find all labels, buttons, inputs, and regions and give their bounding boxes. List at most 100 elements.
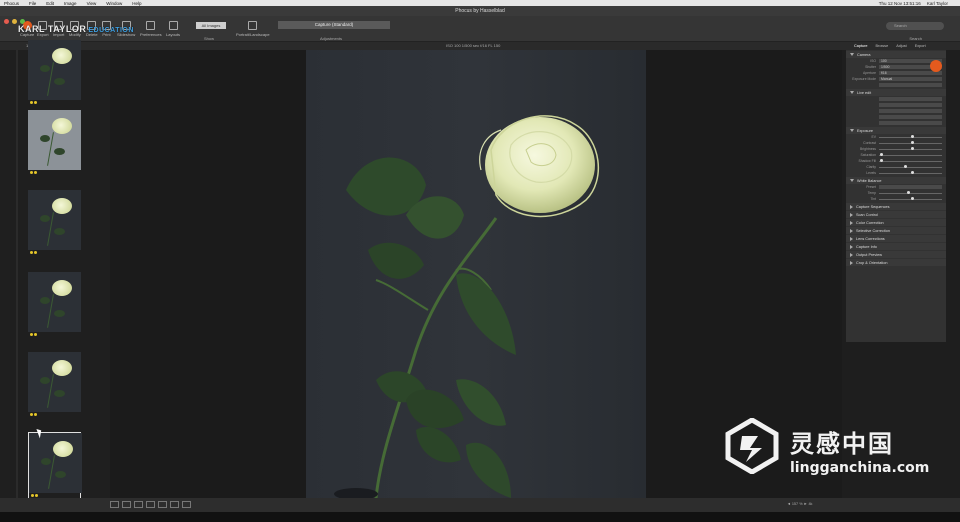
thumbnail-image [28, 272, 81, 332]
preferences-button[interactable]: Preferences [140, 21, 162, 37]
thumbnail-4[interactable] [28, 272, 81, 344]
minimize-window-button[interactable] [12, 19, 17, 24]
main-photo[interactable] [306, 50, 646, 498]
live-edit-panel-header[interactable]: Live edit [846, 89, 946, 96]
rating-stars[interactable] [30, 251, 37, 254]
tab-adjust[interactable]: Adjust [896, 42, 907, 50]
wb-row[interactable]: Tint [846, 196, 946, 202]
camera-row [846, 82, 946, 88]
lens-corrections-panel[interactable]: Lens Corrections [846, 235, 946, 242]
window-title-bar: Phocus by Hasselblad [0, 6, 960, 16]
selective-correction-panel[interactable]: Selective Correction [846, 227, 946, 234]
output-preview-panel[interactable]: Output Preview [846, 251, 946, 258]
exposure-slider[interactable]: Levels [846, 170, 946, 176]
tab-capture[interactable]: Capture [854, 42, 868, 50]
workspace-label: Adjustments [320, 36, 343, 41]
viewer-tools [110, 501, 191, 508]
thumbnail-image [28, 190, 81, 250]
remote-capture-button[interactable] [930, 60, 942, 72]
disclosure-icon [850, 236, 853, 241]
info-bar: 1 of 56 images ISO 100 1/500 sec f/16 FL… [0, 42, 960, 50]
disclosure-icon [850, 252, 853, 257]
rating-stars[interactable] [30, 333, 37, 336]
thumbnail-image [28, 110, 81, 170]
color-correction-panel[interactable]: Color Correction [846, 219, 946, 226]
disclosure-icon [850, 260, 853, 265]
window-title: Phocus by Hasselblad [455, 8, 505, 14]
orientation-button[interactable]: Portrait/Landscape [236, 21, 270, 37]
capture-meta: ISO 100 1/500 sec f/16 FL 150 [446, 43, 501, 48]
crop-orientation-panel[interactable]: Crop & Orientation [846, 259, 946, 266]
tab-export[interactable]: Export [915, 42, 926, 50]
menu-view[interactable]: View [87, 1, 97, 6]
zoom-tool-icon[interactable] [182, 501, 191, 508]
search-input[interactable]: Search [886, 22, 944, 30]
thumbnail-3[interactable] [28, 190, 81, 262]
compare-view-icon[interactable] [122, 501, 131, 508]
disclosure-icon [850, 212, 853, 217]
brand-watermark: KARL TAYLOR EDUCATION [18, 24, 134, 34]
crop-tool-icon[interactable] [134, 501, 143, 508]
thumbnail-browser [0, 40, 110, 512]
thumbnail-image [28, 352, 81, 412]
disclosure-icon [850, 220, 853, 225]
zoom-level[interactable]: ◄ 157 % ► 4k [787, 502, 812, 506]
rating-stars[interactable] [30, 171, 37, 174]
capture-sequences-panel[interactable]: Capture Sequences [846, 203, 946, 210]
menubar-user[interactable]: Karl Taylor [927, 1, 948, 6]
brush-tool-icon[interactable] [158, 501, 167, 508]
menu-image[interactable]: Image [64, 1, 77, 6]
capture-info-panel[interactable]: Capture Info [846, 243, 946, 250]
thumbnail-1[interactable] [28, 40, 81, 112]
layouts-icon [168, 21, 178, 30]
workspace-select[interactable]: Capture (Standard) [278, 21, 390, 29]
disclosure-icon [850, 91, 854, 94]
disclosure-icon [850, 53, 854, 56]
browser-scrollbar[interactable] [16, 50, 18, 512]
menu-edit[interactable]: Edit [46, 1, 54, 6]
menubar-clock: Thu 12 Nov 13:51:16 [878, 0, 921, 6]
disclosure-icon [850, 204, 853, 209]
straighten-tool-icon[interactable] [146, 501, 155, 508]
menu-file[interactable]: File [29, 1, 36, 6]
menu-window[interactable]: Window [106, 1, 122, 6]
watermark-domain: lingganchina.com [790, 460, 930, 476]
brand-name: KARL TAYLOR [18, 24, 87, 34]
rose-photo-image [334, 115, 600, 498]
white-balance-panel-header[interactable]: White Balance [846, 177, 946, 184]
show-label: Show [204, 36, 215, 41]
exposure-panel-header[interactable]: Exposure [846, 127, 946, 134]
scan-control-panel[interactable]: Scan Control [846, 211, 946, 218]
hand-tool-icon[interactable] [170, 501, 179, 508]
rating-stars[interactable] [31, 494, 38, 497]
live-edit-row [846, 120, 946, 126]
main-toolbar: Capture Export Import Modify Delete Prin… [0, 16, 960, 42]
disclosure-icon [850, 228, 853, 233]
watermark-logo-icon [725, 418, 779, 474]
orientation-icon [248, 21, 258, 30]
watermark-chinese: 灵感中国 [790, 430, 894, 458]
camera-panel-header[interactable]: Camera [846, 51, 946, 58]
rating-stars[interactable] [30, 413, 37, 416]
search-label: Search [909, 36, 922, 41]
menu-app[interactable]: Phocus [4, 1, 19, 6]
thumbnail-image [29, 433, 82, 493]
disclosure-icon [850, 179, 854, 182]
thumbnail-6-selected[interactable] [28, 432, 82, 504]
tab-browse[interactable]: Browse [876, 42, 889, 50]
site-watermark: 灵感中国 lingganchina.com [724, 414, 944, 484]
layouts-button[interactable]: Layouts [166, 21, 180, 37]
close-window-button[interactable] [4, 19, 9, 24]
menu-help[interactable]: Help [132, 1, 141, 6]
disclosure-icon [850, 129, 854, 132]
thumbnail-2[interactable] [28, 110, 81, 182]
window-bottom-edge [0, 512, 960, 522]
brand-suffix: EDUCATION [88, 27, 134, 34]
show-filter-select[interactable]: All Images [196, 22, 226, 29]
rating-stars[interactable] [30, 101, 37, 104]
thumbnail-image [28, 40, 81, 100]
tool-inspector: Capture Browse Adjust Export Camera ISO 1… [846, 42, 946, 342]
single-view-icon[interactable] [110, 501, 119, 508]
thumbnail-5[interactable] [28, 352, 81, 424]
disclosure-icon [850, 244, 853, 249]
